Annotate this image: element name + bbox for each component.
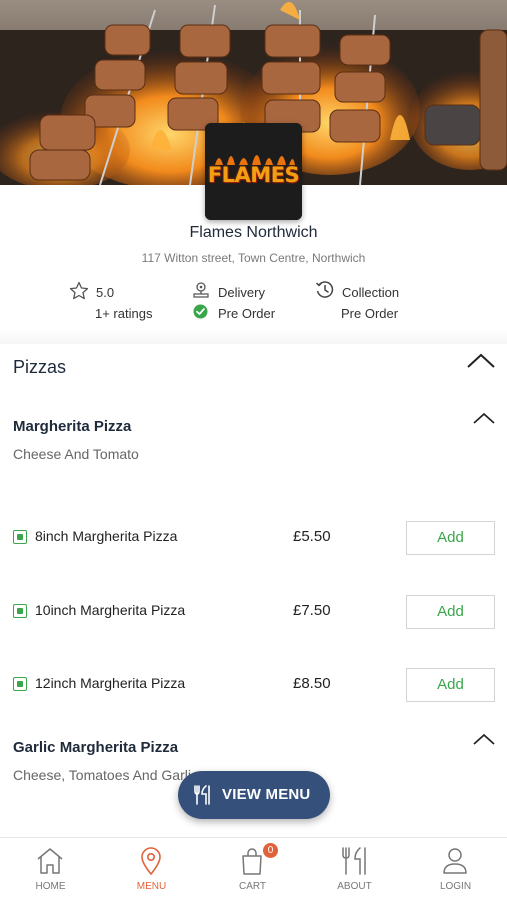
user-icon [443, 848, 467, 874]
item-description: Cheese, Tomatoes And Garlic [13, 767, 198, 783]
section-divider [0, 330, 507, 344]
nav-menu[interactable]: MENU [101, 838, 202, 900]
restaurant-name: Flames Northwich [189, 224, 318, 241]
nav-home[interactable]: HOME [0, 838, 101, 900]
location-pin-icon [141, 847, 161, 876]
nav-label: ABOUT [337, 881, 372, 892]
delivery-mode: Pre Order [218, 306, 276, 321]
variant-name: 8inch Margherita Pizza [35, 528, 178, 544]
cutlery-icon [194, 785, 210, 805]
item-description: Cheese And Tomato [13, 446, 139, 462]
delivery-location-icon [193, 282, 209, 298]
collection-label: Collection [342, 285, 400, 300]
variant-row: 10inch Margherita Pizza £7.50 Add [0, 595, 507, 629]
restaurant-address: 117 Witton street, Town Centre, Northwic… [141, 251, 366, 265]
veg-indicator-icon [13, 604, 27, 618]
variant-name: 12inch Margherita Pizza [35, 675, 186, 691]
chevron-up-icon[interactable] [466, 352, 496, 370]
variant-row: 12inch Margherita Pizza £8.50 Add [0, 668, 507, 702]
variant-price: £7.50 [293, 602, 331, 619]
chevron-up-icon[interactable] [472, 732, 496, 747]
variant-name: 10inch Margherita Pizza [35, 602, 186, 618]
veg-indicator-icon [13, 530, 27, 544]
collection-mode: Pre Order [341, 306, 399, 321]
nav-label: MENU [136, 881, 167, 892]
veg-indicator-icon [13, 677, 27, 691]
cart-count-badge: 0 [263, 843, 278, 858]
restaurant-logo: FLAMES [205, 123, 302, 220]
delivery-label: Delivery [218, 285, 265, 300]
add-button[interactable]: Add [406, 668, 495, 702]
cutlery-icon [342, 847, 366, 875]
view-menu-button[interactable]: VIEW MENU [178, 771, 330, 819]
category-title: Pizzas [13, 357, 67, 377]
rating-value: 5.0 [96, 285, 115, 300]
chevron-up-icon[interactable] [472, 411, 496, 426]
variant-row: 8inch Margherita Pizza £5.50 Add [0, 521, 507, 555]
nav-label: CART [238, 881, 267, 892]
add-button[interactable]: Add [406, 521, 495, 555]
check-circle-icon [193, 304, 208, 319]
nav-cart[interactable]: 0 CART [202, 838, 303, 900]
bottom-navigation: HOME MENU 0 CART ABOUT LOGIN [0, 837, 507, 900]
add-button[interactable]: Add [406, 595, 495, 629]
clock-history-icon [315, 281, 334, 298]
star-icon [69, 281, 89, 300]
nav-login[interactable]: LOGIN [405, 838, 506, 900]
nav-label: HOME [35, 881, 66, 892]
nav-label: LOGIN [439, 881, 472, 892]
item-title: Garlic Margherita Pizza [13, 739, 179, 756]
nav-about[interactable]: ABOUT [304, 838, 405, 900]
ratings-count: 1+ ratings [95, 306, 153, 321]
item-title: Margherita Pizza [13, 418, 132, 435]
variant-price: £8.50 [293, 675, 331, 692]
home-icon [37, 848, 63, 874]
view-menu-label: VIEW MENU [222, 786, 311, 803]
logo-wordmark: FLAMES [207, 163, 300, 187]
variant-price: £5.50 [293, 528, 331, 545]
